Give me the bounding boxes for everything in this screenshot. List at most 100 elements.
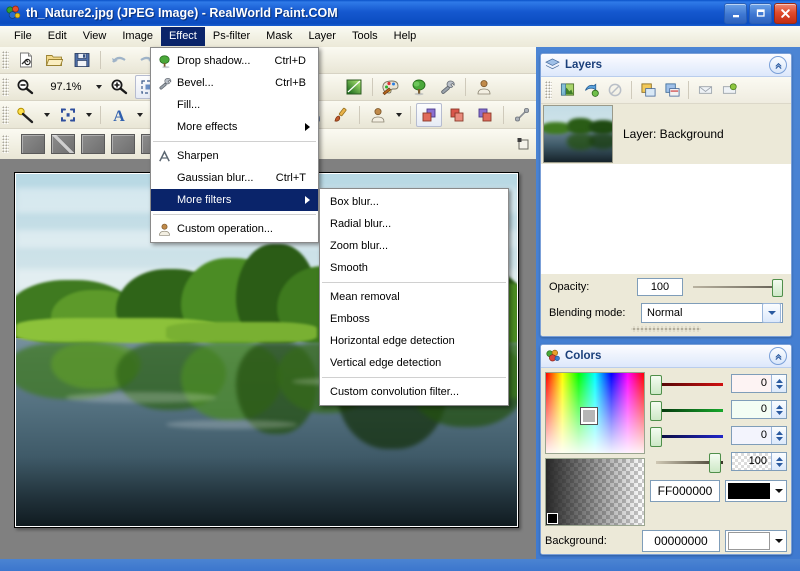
menu-item-sharpen[interactable]: Sharpen <box>151 145 318 167</box>
text-icon[interactable]: A <box>106 103 132 127</box>
green-value-spinner[interactable]: 0 <box>731 400 787 419</box>
page-setup-icon[interactable] <box>512 133 536 155</box>
spinner-arrows[interactable] <box>771 453 786 470</box>
palette-icon[interactable] <box>378 75 404 99</box>
menu-ps-filter[interactable]: Ps-filter <box>205 27 258 46</box>
toolbar-grip[interactable] <box>2 135 9 153</box>
close-button[interactable] <box>774 3 797 24</box>
swatch-button-3[interactable] <box>81 134 105 154</box>
layer-list-empty-space[interactable] <box>541 164 791 274</box>
brush-icon[interactable] <box>328 103 354 127</box>
menu-tools[interactable]: Tools <box>344 27 386 46</box>
swatch-button-1[interactable] <box>21 134 45 154</box>
opacity-input[interactable]: 100 <box>637 278 683 296</box>
effect-dropdown-menu[interactable]: Drop shadow... Ctrl+D Bevel... Ctrl+B Fi… <box>150 47 319 243</box>
tree-effect-icon[interactable] <box>406 75 432 99</box>
minimize-button[interactable] <box>724 3 747 24</box>
swatch-button-4[interactable] <box>111 134 135 154</box>
save-disk-icon[interactable] <box>69 48 95 72</box>
new-document-icon[interactable] <box>13 48 39 72</box>
spinner-arrows[interactable] <box>771 375 786 392</box>
hex-color-input[interactable]: FF000000 <box>650 480 720 502</box>
menu-mask[interactable]: Mask <box>258 27 300 46</box>
zoom-out-icon[interactable] <box>13 75 39 99</box>
hue-saturation-picker[interactable] <box>545 372 645 454</box>
move-up-icon[interactable] <box>636 79 660 101</box>
spinner-arrows[interactable] <box>771 401 786 418</box>
move-down-icon[interactable] <box>660 79 684 101</box>
menu-item-drop-shadow[interactable]: Drop shadow... Ctrl+D <box>151 50 318 72</box>
duplicate-layer-icon[interactable] <box>579 79 603 101</box>
swatch-button-2[interactable] <box>51 134 75 154</box>
spinner-arrows[interactable] <box>771 427 786 444</box>
chevron-down-icon[interactable] <box>772 481 786 501</box>
more-filters-submenu[interactable]: Box blur... Radial blur... Zoom blur... … <box>319 188 509 406</box>
chevron-down-icon[interactable] <box>86 112 92 117</box>
menu-item-emboss[interactable]: Emboss <box>320 308 508 330</box>
alpha-value-spinner[interactable]: 100 <box>731 452 787 471</box>
chevron-down-icon[interactable] <box>44 112 50 117</box>
menu-layer[interactable]: Layer <box>300 27 344 46</box>
magic-wand-icon[interactable] <box>13 103 39 127</box>
delete-layer-icon[interactable] <box>603 79 627 101</box>
layer-back-icon[interactable] <box>472 103 498 127</box>
menu-edit[interactable]: Edit <box>40 27 75 46</box>
menu-item-more-filters[interactable]: More filters <box>151 189 318 211</box>
layer-middle-icon[interactable] <box>444 103 470 127</box>
menu-item-gaussian-blur[interactable]: Gaussian blur... Ctrl+T <box>151 167 318 189</box>
background-hex-input[interactable]: 00000000 <box>642 530 720 552</box>
toolbar-grip[interactable] <box>2 105 9 124</box>
zoom-level-value[interactable]: 97.1% <box>40 81 92 93</box>
menu-view[interactable]: View <box>75 27 115 46</box>
chevron-down-icon[interactable] <box>396 112 402 117</box>
zoom-in-icon[interactable] <box>107 75 133 99</box>
avatar-icon[interactable] <box>365 103 391 127</box>
red-value-spinner[interactable]: 0 <box>731 374 787 393</box>
menu-item-custom-convolution-filter[interactable]: Custom convolution filter... <box>320 381 508 403</box>
toolbar-grip[interactable] <box>2 78 9 96</box>
menu-item-horizontal-edge-detection[interactable]: Horizontal edge detection <box>320 330 508 352</box>
open-folder-icon[interactable] <box>41 48 67 72</box>
chevron-down-icon[interactable] <box>762 303 781 323</box>
add-layer-icon[interactable] <box>555 79 579 101</box>
link-icon[interactable] <box>509 103 535 127</box>
selection-icon[interactable] <box>55 103 81 127</box>
opacity-slider[interactable] <box>693 278 783 297</box>
menu-help[interactable]: Help <box>386 27 425 46</box>
menu-item-fill[interactable]: Fill... <box>151 94 318 116</box>
chevron-down-icon[interactable] <box>137 112 143 117</box>
merge-icon[interactable] <box>693 79 717 101</box>
chevron-down-icon[interactable] <box>772 531 786 551</box>
blue-slider[interactable] <box>650 426 727 447</box>
menu-item-mean-removal[interactable]: Mean removal <box>320 286 508 308</box>
alpha-gradient-picker[interactable] <box>545 458 645 526</box>
menu-image[interactable]: Image <box>114 27 161 46</box>
undo-icon[interactable] <box>106 48 132 72</box>
properties-icon[interactable] <box>717 79 741 101</box>
blending-mode-select[interactable]: Normal <box>641 303 783 323</box>
alpha-slider[interactable] <box>650 452 727 473</box>
wrench-icon[interactable] <box>434 75 460 99</box>
toolbar-grip[interactable] <box>545 81 552 99</box>
menu-item-more-effects[interactable]: More effects <box>151 116 318 138</box>
person-icon[interactable] <box>471 75 497 99</box>
layer-list-item[interactable]: Layer: Background <box>541 104 791 164</box>
menu-effect[interactable]: Effect <box>160 27 205 46</box>
toolbar-grip[interactable] <box>2 51 9 69</box>
chevron-up-icon[interactable] <box>769 347 787 365</box>
menu-item-bevel[interactable]: Bevel... Ctrl+B <box>151 72 318 94</box>
menu-item-vertical-edge-detection[interactable]: Vertical edge detection <box>320 352 508 374</box>
chevron-down-icon[interactable] <box>96 85 102 89</box>
menu-item-box-blur[interactable]: Box blur... <box>320 191 508 213</box>
blue-value-spinner[interactable]: 0 <box>731 426 787 445</box>
background-swatch-dropdown[interactable] <box>725 530 787 552</box>
maximize-button[interactable] <box>749 3 772 24</box>
menu-file[interactable]: File <box>6 27 40 46</box>
chevron-up-icon[interactable] <box>769 56 787 74</box>
gradient-icon[interactable] <box>341 75 367 99</box>
layer-front-icon[interactable] <box>416 102 442 127</box>
menu-item-custom-operation[interactable]: Custom operation... <box>151 218 318 240</box>
green-slider[interactable] <box>650 400 727 421</box>
color-swatch-dropdown[interactable] <box>725 480 787 502</box>
menu-item-smooth[interactable]: Smooth <box>320 257 508 279</box>
